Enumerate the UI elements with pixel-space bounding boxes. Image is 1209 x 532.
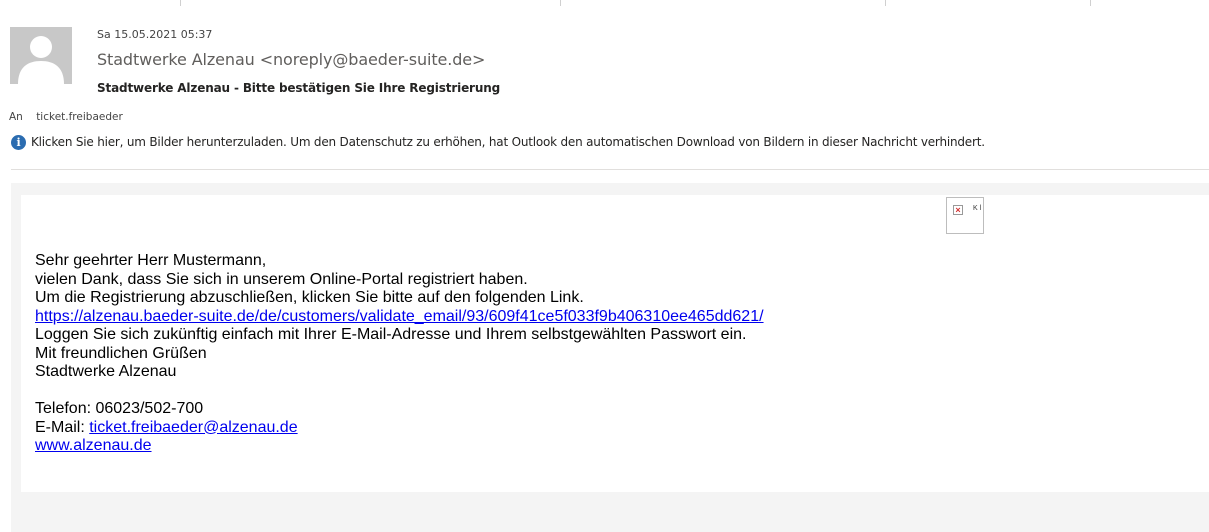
info-icon: i: [11, 134, 26, 150]
body-line: Um die Registrierung abzuschließen, klic…: [35, 289, 584, 306]
header-divider: [11, 169, 1209, 170]
message-text: Sehr geehrter Herr Mustermann, vielen Da…: [35, 252, 764, 456]
infobar-text[interactable]: Klicken Sie hier, um Bilder herunterzula…: [31, 135, 985, 149]
phone: Telefon: 06023/502-700: [35, 400, 204, 417]
email-recipients: An ticket.freibaeder: [9, 111, 123, 123]
signature: Stadtwerke Alzenau: [35, 363, 177, 380]
website-link[interactable]: www.alzenau.de: [35, 437, 152, 454]
body-line: Loggen Sie sich zukünftig einfach mit Ih…: [35, 326, 747, 343]
greeting: Sehr geehrter Herr Mustermann,: [35, 252, 267, 269]
toolbar-divider: [180, 0, 181, 6]
toolbar-divider: [885, 0, 886, 6]
email-contact: E-Mail: ticket.freibaeder@alzenau.de: [35, 419, 764, 438]
validation-link[interactable]: https://alzenau.baeder-suite.de/de/custo…: [35, 308, 764, 325]
blocked-image-placeholder[interactable]: × K l: [946, 197, 984, 234]
email-date: Sa 15.05.2021 05:37: [97, 28, 213, 41]
to-label: An: [9, 111, 23, 123]
email-subject: Stadtwerke Alzenau - Bitte bestätigen Si…: [97, 81, 501, 95]
body-line: vielen Dank, dass Sie sich in unserem On…: [35, 270, 528, 288]
email-sender[interactable]: Stadtwerke Alzenau <noreply@baeder-suite…: [97, 50, 485, 69]
blocked-image-alt: K l: [973, 205, 982, 212]
person-silhouette-icon: [10, 27, 72, 84]
toolbar-strip: ​: [0, 0, 1209, 6]
toolbar-divider: [1090, 0, 1091, 6]
recipient-name[interactable]: ticket.freibaeder: [36, 111, 123, 123]
broken-image-icon: ×: [953, 205, 963, 215]
email-label: E-Mail:: [35, 418, 90, 436]
closing: Mit freundlichen Grüßen: [35, 344, 207, 362]
email-contact-link[interactable]: ticket.freibaeder@alzenau.de: [89, 419, 297, 436]
download-images-infobar[interactable]: i Klicken Sie hier, um Bilder herunterzu…: [11, 133, 985, 151]
sender-avatar: [10, 27, 72, 84]
toolbar-divider: [560, 0, 561, 6]
